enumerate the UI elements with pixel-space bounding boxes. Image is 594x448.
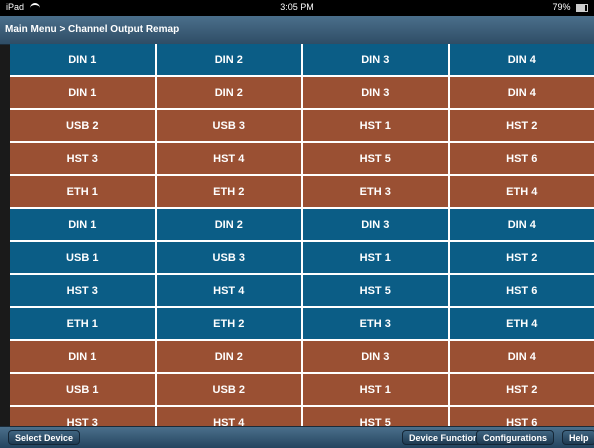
channel-cell[interactable]: HST 2 (450, 374, 594, 407)
remap-row: DIN 1DIN 2DIN 3DIN 4 (10, 341, 594, 374)
channel-cell[interactable]: HST 4 (157, 275, 304, 308)
channel-cell[interactable]: USB 3 (157, 110, 304, 143)
channel-cell[interactable]: ETH 4 (450, 176, 594, 209)
battery-percent: 79% (552, 2, 570, 12)
status-bar: iPad 3:05 PM 79% (0, 0, 594, 16)
battery-icon (576, 4, 588, 12)
channel-cell[interactable]: ETH 2 (157, 308, 304, 341)
channel-cell[interactable]: ETH 3 (303, 308, 450, 341)
channel-cell[interactable]: DIN 3 (303, 209, 450, 242)
channel-cell[interactable]: DIN 3 (303, 44, 450, 77)
remap-row: DIN 1DIN 2DIN 3DIN 4 (10, 77, 594, 110)
help-button[interactable]: Help (562, 430, 594, 445)
channel-remap-grid: DIN 1DIN 2DIN 3DIN 4DIN 1DIN 2DIN 3DIN 4… (10, 44, 594, 440)
channel-cell[interactable]: HST 2 (450, 242, 594, 275)
channel-cell[interactable]: ETH 1 (10, 176, 157, 209)
battery-status: 79% (552, 2, 588, 12)
channel-cell[interactable]: ETH 2 (157, 176, 304, 209)
channel-cell[interactable]: DIN 1 (10, 44, 157, 77)
channel-cell[interactable]: HST 5 (303, 275, 450, 308)
channel-cell[interactable]: HST 2 (450, 110, 594, 143)
channel-cell[interactable]: DIN 4 (450, 209, 594, 242)
channel-cell[interactable]: DIN 4 (450, 341, 594, 374)
remap-row: USB 1USB 2HST 1HST 2 (10, 374, 594, 407)
channel-cell[interactable]: DIN 2 (157, 341, 304, 374)
channel-cell[interactable]: HST 1 (303, 242, 450, 275)
configurations-button[interactable]: Configurations (476, 430, 554, 445)
channel-cell[interactable]: USB 2 (157, 374, 304, 407)
channel-cell[interactable]: ETH 1 (10, 308, 157, 341)
select-device-button[interactable]: Select Device (8, 430, 80, 445)
breadcrumb[interactable]: Main Menu > Channel Output Remap (5, 24, 179, 35)
channel-cell[interactable]: USB 1 (10, 242, 157, 275)
channel-cell[interactable]: USB 3 (157, 242, 304, 275)
channel-cell[interactable]: USB 2 (10, 110, 157, 143)
channel-cell[interactable]: DIN 1 (10, 77, 157, 110)
channel-cell[interactable]: DIN 1 (10, 341, 157, 374)
channel-cell[interactable]: HST 1 (303, 110, 450, 143)
remap-row: ETH 1ETH 2ETH 3ETH 4 (10, 308, 594, 341)
remap-row: USB 2USB 3HST 1HST 2 (10, 110, 594, 143)
channel-cell[interactable]: HST 5 (303, 143, 450, 176)
channel-cell[interactable]: HST 3 (10, 143, 157, 176)
remap-row: ETH 1ETH 2ETH 3ETH 4 (10, 176, 594, 209)
channel-cell[interactable]: HST 3 (10, 275, 157, 308)
channel-cell[interactable]: HST 1 (303, 374, 450, 407)
channel-cell[interactable]: ETH 4 (450, 308, 594, 341)
channel-cell[interactable]: HST 6 (450, 275, 594, 308)
remap-row: USB 1USB 3HST 1HST 2 (10, 242, 594, 275)
channel-cell[interactable]: DIN 4 (450, 44, 594, 77)
channel-cell[interactable]: DIN 4 (450, 77, 594, 110)
navigation-bar: Main Menu > Channel Output Remap (0, 16, 594, 45)
channel-cell[interactable]: DIN 3 (303, 341, 450, 374)
remap-row: HST 3HST 4HST 5HST 6 (10, 143, 594, 176)
remap-row: DIN 1DIN 2DIN 3DIN 4 (10, 209, 594, 242)
channel-cell[interactable]: DIN 2 (157, 44, 304, 77)
bottom-toolbar: Select Device Device Functions Configura… (0, 426, 594, 448)
channel-cell[interactable]: DIN 2 (157, 77, 304, 110)
channel-cell[interactable]: HST 4 (157, 143, 304, 176)
channel-cell[interactable]: DIN 2 (157, 209, 304, 242)
channel-cell[interactable]: HST 6 (450, 143, 594, 176)
remap-row: HST 3HST 4HST 5HST 6 (10, 275, 594, 308)
channel-cell[interactable]: ETH 3 (303, 176, 450, 209)
channel-cell[interactable]: USB 1 (10, 374, 157, 407)
channel-cell[interactable]: DIN 3 (303, 77, 450, 110)
remap-row: DIN 1DIN 2DIN 3DIN 4 (10, 44, 594, 77)
status-time: 3:05 PM (0, 2, 594, 12)
channel-cell[interactable]: DIN 1 (10, 209, 157, 242)
